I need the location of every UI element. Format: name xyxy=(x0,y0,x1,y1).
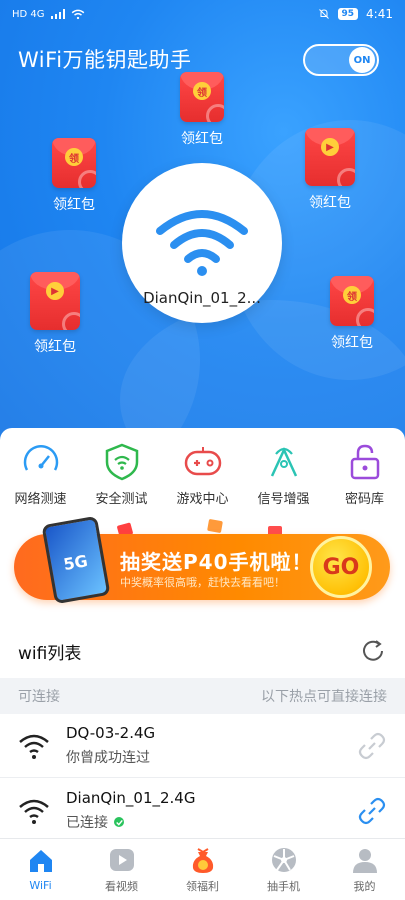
main-card: 网络测速 安全测试 游戏中心 信号增强 密码库 5G 抽奖送P40手机啦！ 中奖… xyxy=(0,428,405,900)
wifi-list-subheader: 可连接 以下热点可直接连接 xyxy=(0,678,405,714)
red-packet-label: 领红包 xyxy=(331,335,373,351)
app-title: WiFi万能钥匙助手 xyxy=(18,48,192,72)
status-left: HD 4G xyxy=(12,9,85,20)
wifi-list-title: wifi列表 xyxy=(18,643,82,664)
red-packet-left-top[interactable]: 领 领红包 xyxy=(52,138,96,214)
wifi-name: DianQin_01_2.4G xyxy=(66,789,196,807)
wifi-status-icon xyxy=(71,9,84,19)
red-packet-top[interactable]: 领 领红包 xyxy=(180,72,224,148)
nav-label: 领福利 xyxy=(186,879,219,893)
nav-item-profile[interactable]: 我的 xyxy=(324,839,405,900)
red-packet-right-bottom[interactable]: 领 领红包 xyxy=(330,276,374,352)
speedometer-icon xyxy=(23,445,58,471)
nav-label: 抽手机 xyxy=(267,879,300,893)
red-packet-icon: ▶ xyxy=(30,272,80,330)
connectable-label: 可连接 xyxy=(18,689,60,705)
money-bag-icon xyxy=(192,847,213,873)
tool-speed-test[interactable]: 网络测速 xyxy=(0,442,81,507)
red-packet-right-top[interactable]: ▶ 领红包 xyxy=(305,128,355,212)
nav-item-lottery[interactable]: 抽手机 xyxy=(243,839,324,900)
hint-label: 以下热点可直接连接 xyxy=(261,689,387,705)
go-button[interactable]: GO xyxy=(310,536,372,598)
profile-icon xyxy=(352,848,377,873)
gift-decoration xyxy=(207,518,223,534)
wifi-status: 已连接 xyxy=(66,812,357,832)
toggle-knob: ON xyxy=(349,47,375,73)
nav-item-wifi[interactable]: WiFi xyxy=(0,839,81,900)
tool-bar: 网络测速 安全测试 游戏中心 信号增强 密码库 xyxy=(0,442,405,507)
tool-label: 密码库 xyxy=(344,492,384,507)
tool-security-test[interactable]: 安全测试 xyxy=(81,442,162,507)
lock-icon xyxy=(350,444,379,480)
wifi-row[interactable]: DianQin_01_2.4G 已连接 xyxy=(0,779,405,843)
wifi-list-header: wifi列表 xyxy=(0,628,405,674)
wifi-row[interactable]: DQ-03-2.4G 你曾成功连过 xyxy=(0,714,405,778)
wifi-large-icon xyxy=(156,210,248,276)
bottom-nav: WiFi 看视频 领福利 抽手机 我的 xyxy=(0,838,405,900)
tool-signal-boost[interactable]: 信号增强 xyxy=(243,442,324,507)
cell-signal-icon xyxy=(50,9,65,19)
status-bar: HD 4G 95 4:41 xyxy=(0,0,405,28)
nav-label: WiFi xyxy=(29,879,52,892)
nav-item-video[interactable]: 看视频 xyxy=(81,839,162,900)
wifi-name: DQ-03-2.4G xyxy=(66,724,156,742)
tool-label: 安全测试 xyxy=(95,492,148,507)
nav-item-welfare[interactable]: 领福利 xyxy=(162,839,243,900)
wifi-signal-icon xyxy=(19,799,49,824)
wifi-status-text: 你曾成功连过 xyxy=(66,750,150,766)
banner-subtitle: 中奖概率很高哦，赶快去看看吧！ xyxy=(120,576,285,589)
wifi-status-text: 已连接 xyxy=(66,815,108,831)
red-packet-label: 领红包 xyxy=(181,131,223,147)
refresh-icon[interactable] xyxy=(359,637,387,665)
status-right: 95 4:41 xyxy=(318,7,393,21)
nav-label: 看视频 xyxy=(105,879,138,893)
wifi-status: 你曾成功连过 xyxy=(66,747,357,767)
tool-label: 信号增强 xyxy=(257,492,310,507)
wifi-toggle[interactable]: ON xyxy=(303,44,379,76)
home-icon xyxy=(29,850,52,872)
battery-icon: 95 xyxy=(337,8,359,20)
network-type: HD 4G xyxy=(12,8,45,20)
red-packet-label: 领红包 xyxy=(53,197,95,213)
banner-title: 抽奖送P40手机啦！ xyxy=(120,550,313,574)
clock: 4:41 xyxy=(366,7,393,21)
red-packet-icon: 领 xyxy=(180,72,224,122)
hero-header: HD 4G 95 4:41 WiFi万能钥匙助手 ON 领 领红包 领 领红包 … xyxy=(0,0,405,440)
shield-wifi-icon xyxy=(105,443,138,481)
red-packet-label: 领红包 xyxy=(34,339,76,355)
gamepad-icon xyxy=(184,447,221,476)
tool-game-center[interactable]: 游戏中心 xyxy=(162,442,243,507)
red-packet-label: 领红包 xyxy=(309,195,351,211)
link-icon[interactable] xyxy=(357,796,387,826)
red-packet-left-bottom[interactable]: ▶ 领红包 xyxy=(30,272,80,356)
link-icon[interactable] xyxy=(357,731,387,761)
wifi-row-texts: DQ-03-2.4G 你曾成功连过 xyxy=(66,724,357,767)
signal-boost-icon xyxy=(270,447,297,477)
wifi-row-texts: DianQin_01_2.4G 已连接 xyxy=(66,789,357,832)
wifi-signal-icon xyxy=(19,734,49,759)
lottery-wheel-icon xyxy=(271,847,296,872)
red-packet-icon: 领 xyxy=(52,138,96,188)
red-packet-icon: ▶ xyxy=(305,128,355,186)
video-icon xyxy=(109,848,134,871)
red-packet-icon: 领 xyxy=(330,276,374,326)
nav-label: 我的 xyxy=(353,879,376,893)
current-ssid: DianQin_01_2... xyxy=(143,289,261,307)
mute-icon xyxy=(318,9,329,19)
current-wifi-button[interactable]: DianQin_01_2... xyxy=(122,163,282,323)
tool-password-vault[interactable]: 密码库 xyxy=(324,442,405,507)
connected-check-icon xyxy=(114,817,124,827)
tool-label: 网络测速 xyxy=(14,492,67,507)
lottery-banner[interactable]: 5G 抽奖送P40手机啦！ 中奖概率很高哦，赶快去看看吧！ GO xyxy=(8,515,392,608)
tool-label: 游戏中心 xyxy=(176,492,229,507)
